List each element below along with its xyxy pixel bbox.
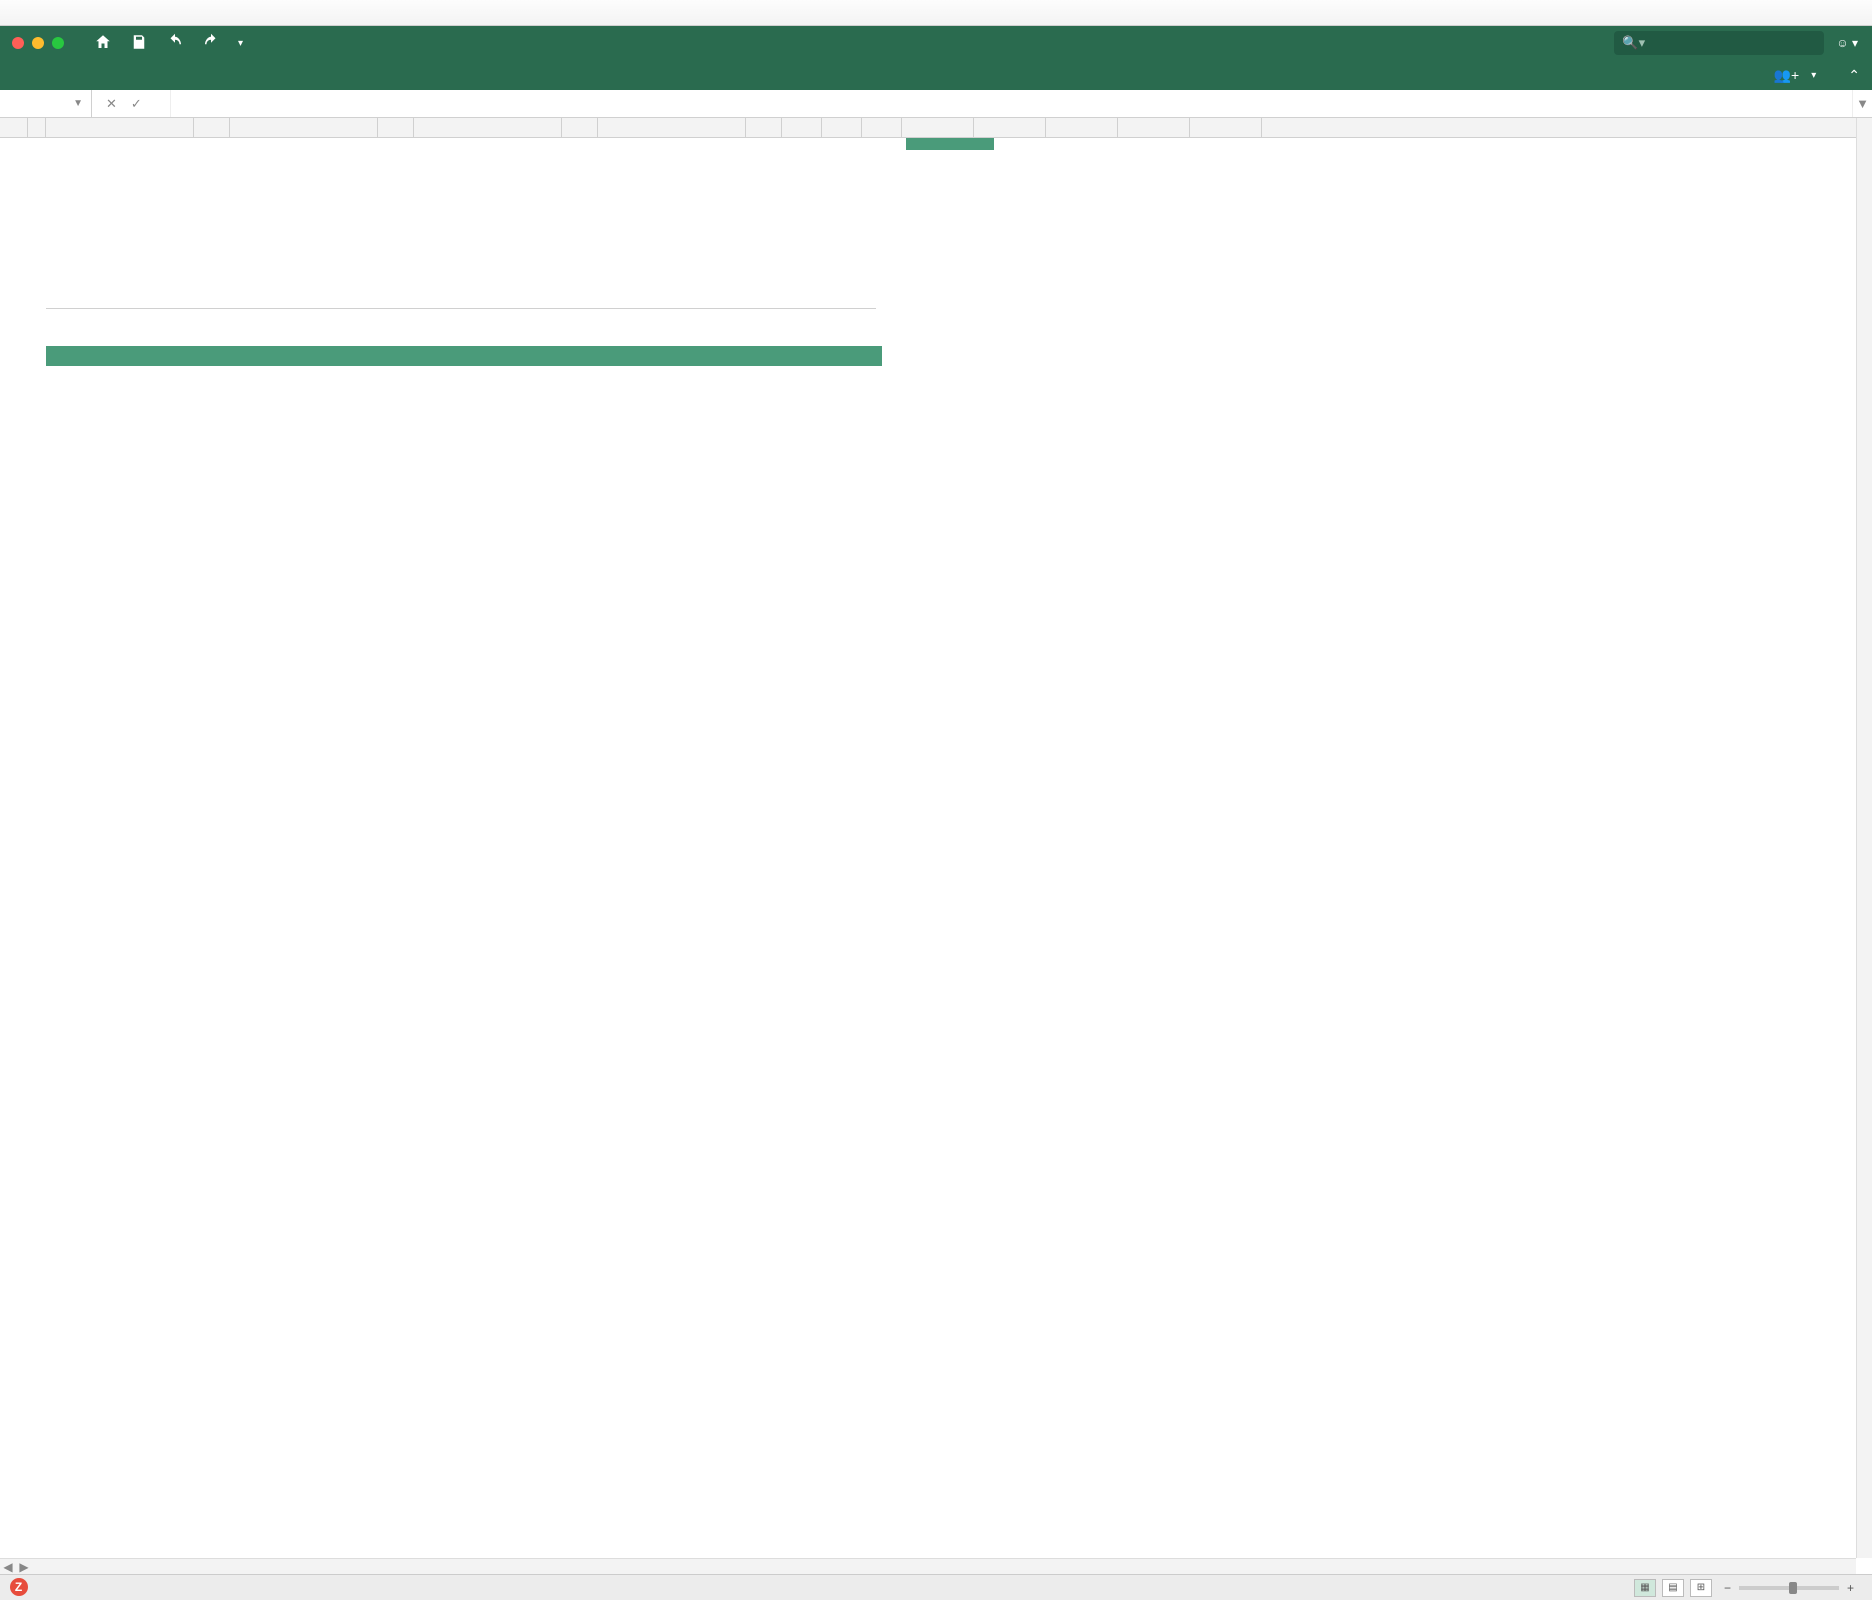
col-N[interactable] <box>974 118 1046 137</box>
chevron-down-icon: ▾ <box>1811 70 1816 81</box>
table-header-row <box>46 346 882 366</box>
share-button[interactable]: 👥+ ▾ <box>1774 67 1817 84</box>
status-bar: ▦ ▤ ⊞ − + <box>0 1574 1872 1600</box>
mac-menubar <box>0 0 1872 26</box>
scroll-left-icon[interactable]: ◀ <box>0 1560 16 1574</box>
zoom-slider[interactable] <box>1739 1586 1839 1590</box>
feedback-icon[interactable]: ☺ ▾ <box>1836 36 1858 50</box>
col-O[interactable] <box>1046 118 1118 137</box>
col-M[interactable] <box>902 118 974 137</box>
column-headers <box>0 118 1872 138</box>
horizontal-scrollbar[interactable]: ◀ ▶ <box>0 1558 1856 1574</box>
col-F[interactable] <box>414 118 562 137</box>
zoom-out-icon[interactable]: − <box>1724 1581 1731 1595</box>
spreadsheet-grid[interactable] <box>0 118 1872 1572</box>
col-H[interactable] <box>598 118 746 137</box>
col-I[interactable] <box>746 118 782 137</box>
formula-expand-icon[interactable]: ▼ <box>1852 90 1872 117</box>
window-titlebar: ▾ 🔍▾ ☺ ▾ <box>0 26 1872 60</box>
vertical-scrollbar[interactable] <box>1856 118 1872 1558</box>
traffic-lights <box>12 37 64 49</box>
ribbon-tabs: 👥+ ▾ ⌃ <box>0 60 1872 90</box>
undo-icon[interactable] <box>166 33 184 54</box>
home-icon[interactable] <box>94 33 112 54</box>
chevron-down-icon[interactable]: ▼ <box>73 98 83 109</box>
col-A[interactable] <box>28 118 46 137</box>
confirm-icon[interactable]: ✓ <box>131 96 142 112</box>
watermark: Z <box>10 1575 34 1596</box>
col-Q[interactable] <box>1190 118 1262 137</box>
select-all-corner[interactable] <box>0 118 28 137</box>
section-title <box>46 306 876 309</box>
minimize-icon[interactable] <box>32 37 44 49</box>
col-D[interactable] <box>230 118 378 137</box>
redo-icon[interactable] <box>202 33 220 54</box>
ribbon-collapse-icon[interactable]: ⌃ <box>1848 67 1860 84</box>
col-P[interactable] <box>1118 118 1190 137</box>
search-input[interactable]: 🔍▾ <box>1614 31 1824 55</box>
zoom-in-icon[interactable]: + <box>1847 1581 1854 1595</box>
info-note <box>906 138 994 150</box>
col-E[interactable] <box>378 118 414 137</box>
share-icon: 👥+ <box>1774 67 1800 84</box>
cancel-icon[interactable]: ✕ <box>106 96 117 112</box>
search-icon: 🔍▾ <box>1622 35 1645 51</box>
close-icon[interactable] <box>12 37 24 49</box>
col-C[interactable] <box>194 118 230 137</box>
col-J[interactable] <box>782 118 822 137</box>
view-normal-icon[interactable]: ▦ <box>1634 1579 1656 1597</box>
watermark-logo-icon: Z <box>10 1578 28 1596</box>
save-icon[interactable] <box>130 33 148 54</box>
col-L[interactable] <box>862 118 902 137</box>
col-K[interactable] <box>822 118 862 137</box>
formula-bar: ▼ ✕ ✓ ▼ <box>0 90 1872 118</box>
col-B[interactable] <box>46 118 194 137</box>
view-pagebreak-icon[interactable]: ⊞ <box>1690 1579 1712 1597</box>
view-pagelayout-icon[interactable]: ▤ <box>1662 1579 1684 1597</box>
zoom-icon[interactable] <box>52 37 64 49</box>
name-box[interactable]: ▼ <box>0 90 92 117</box>
qat-dropdown-icon[interactable]: ▾ <box>238 38 243 49</box>
scroll-right-icon[interactable]: ▶ <box>16 1560 32 1574</box>
col-G[interactable] <box>562 118 598 137</box>
